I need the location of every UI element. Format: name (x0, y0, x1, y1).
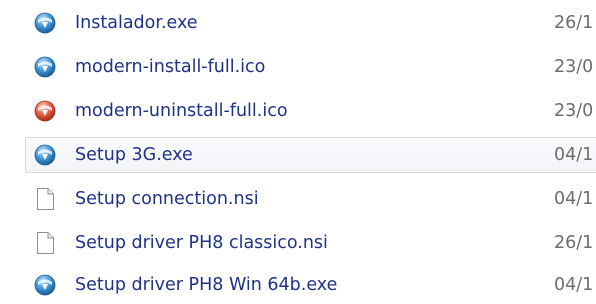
file-date-modified: 23/0 (554, 101, 594, 121)
file-date-modified: 23/0 (554, 57, 594, 77)
file-date-modified: 04/1 (554, 145, 594, 165)
file-list: Instalador.exe 26/1 modern-install-full.… (0, 0, 596, 304)
file-date-modified: 04/1 (554, 275, 594, 295)
file-row-setup-connection-nsi[interactable]: Setup connection.nsi 04/1 (25, 181, 596, 217)
installer-exe-icon (34, 12, 56, 34)
file-name: modern-uninstall-full.ico (75, 101, 288, 121)
file-name: Setup driver PH8 Win 64b.exe (75, 275, 338, 295)
uninstall-ico-icon (34, 100, 56, 122)
file-date-modified: 26/1 (554, 13, 594, 33)
file-date-modified: 26/1 (554, 233, 594, 253)
file-row-modern-uninstall-full-ico[interactable]: modern-uninstall-full.ico 23/0 (25, 93, 596, 129)
file-row-setup-3g-exe[interactable]: Setup 3G.exe 04/1 (25, 137, 596, 173)
file-name: Setup 3G.exe (75, 145, 193, 165)
file-name: Setup connection.nsi (75, 189, 259, 209)
file-name: modern-install-full.ico (75, 57, 266, 77)
file-date-modified: 04/1 (554, 189, 594, 209)
file-name: Instalador.exe (75, 13, 198, 33)
file-row-setup-driver-ph8-win-64b-exe[interactable]: Setup driver PH8 Win 64b.exe 04/1 (25, 267, 596, 303)
file-row-modern-install-full-ico[interactable]: modern-install-full.ico 23/0 (25, 49, 596, 85)
install-ico-icon (34, 56, 56, 78)
file-name: Setup driver PH8 classico.nsi (75, 233, 328, 253)
file-row-setup-driver-ph8-classico-nsi[interactable]: Setup driver PH8 classico.nsi 26/1 (25, 225, 596, 261)
blank-document-icon (34, 188, 56, 210)
file-row-instalador-exe[interactable]: Instalador.exe 26/1 (25, 5, 596, 41)
blank-document-icon (34, 232, 56, 254)
installer-exe-icon (34, 274, 56, 296)
installer-exe-icon (34, 144, 56, 166)
